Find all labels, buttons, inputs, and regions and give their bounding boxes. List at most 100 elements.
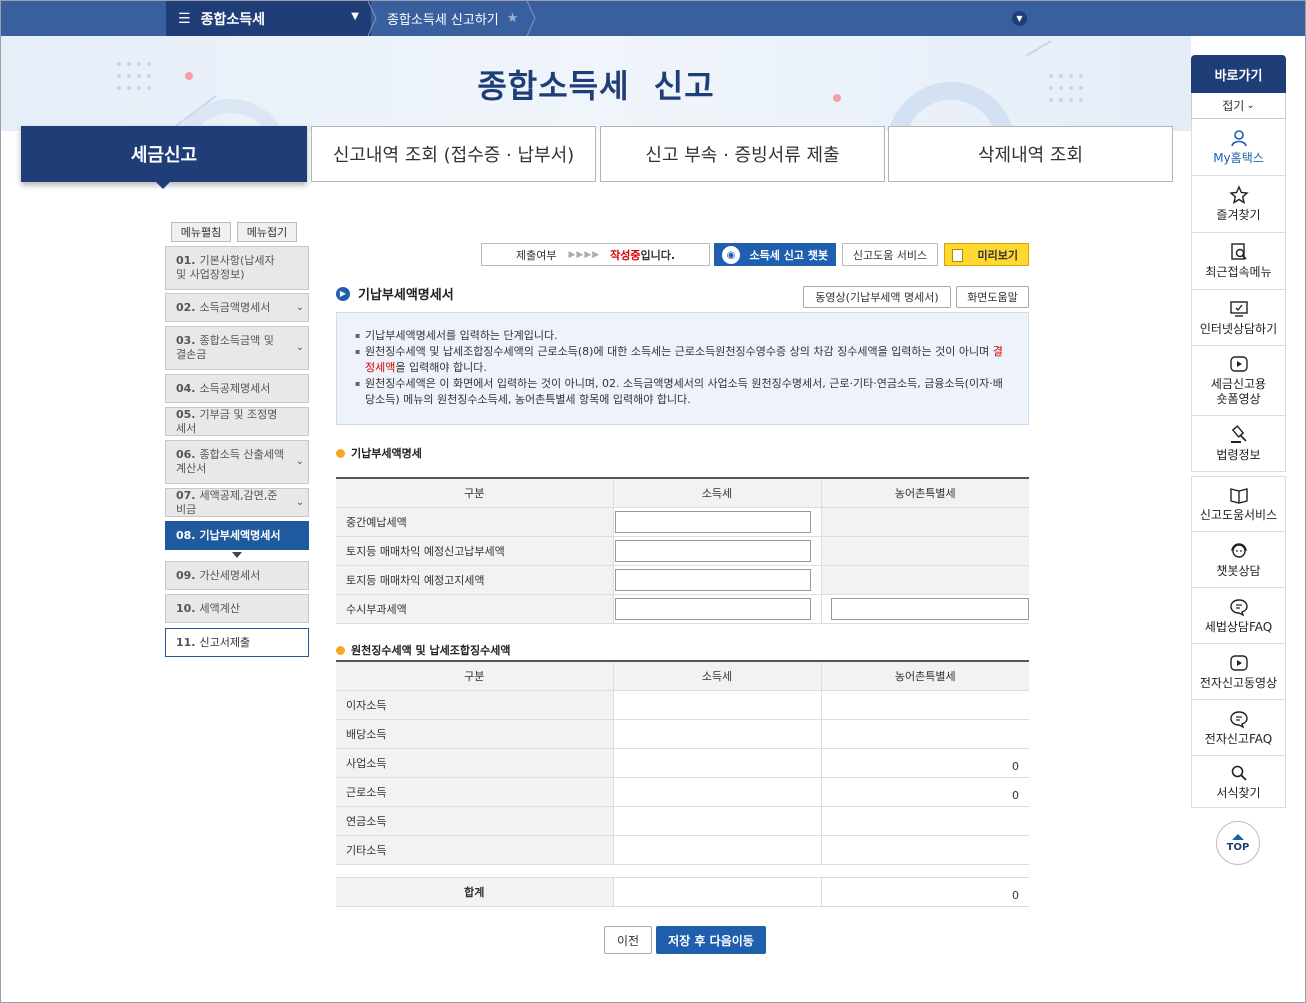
previous-button[interactable]: 이전 — [604, 926, 652, 954]
step-number: 05. — [176, 407, 196, 421]
arrow-up-icon — [1232, 833, 1244, 840]
quick-chatbot[interactable]: 챗봇상담 — [1191, 532, 1286, 588]
column-header: 농어촌특별세 — [821, 661, 1029, 691]
occasional-rural-tax-input[interactable] — [830, 597, 1029, 620]
preview-button[interactable]: 미리보기 — [944, 243, 1029, 266]
section-title: ▶ 기납부세액명세서 — [336, 284, 454, 303]
row-label: 토지등 매매차익 예정신고납부세액 — [336, 536, 614, 566]
quick-tax-law-faq[interactable]: 세법상담FAQ — [1191, 588, 1286, 644]
menu-expand-button[interactable]: 메뉴펼침 — [171, 222, 231, 242]
step-menu-item-09[interactable]: 09. 가산세명세서 — [165, 561, 309, 590]
table-row: 사업소득 0 — [336, 748, 1029, 778]
tab-attachment-submit[interactable]: 신고 부속 · 증빙서류 제출 — [600, 126, 885, 182]
play-icon — [1229, 654, 1248, 671]
step-label: 세액계산 — [199, 601, 240, 615]
quick-label: 인터넷상담하기 — [1199, 321, 1278, 336]
info-line: 원천징수세액 및 납세조합징수세액의 근로소득(8)에 대한 소득세는 근로소득… — [355, 344, 1010, 376]
table-row: 근로소득 0 — [336, 777, 1029, 807]
arrows-icon: ▶▶▶▶ — [568, 249, 601, 260]
quick-label: 서식찾기 — [1216, 785, 1261, 800]
save-next-button[interactable]: 저장 후 다음이동 — [656, 926, 766, 954]
table1-title-text: 기납부세액명세 — [351, 447, 422, 460]
quick-efiling-faq[interactable]: 전자신고FAQ — [1191, 700, 1286, 756]
land-gain-prepaid-tax-input[interactable] — [614, 539, 811, 562]
interim-prepayment-tax-input[interactable] — [614, 510, 811, 533]
expand-down-icon[interactable]: ▼ — [1012, 11, 1027, 26]
step-menu-item-08[interactable]: 08. 기납부세액명세서 — [165, 521, 309, 550]
step-menu-item-06[interactable]: 06. 종합소득 산출세액계산서 ⌄ — [165, 440, 309, 484]
quick-form-search[interactable]: 서식찾기 — [1191, 756, 1286, 808]
quick-online-consult[interactable]: 인터넷상담하기 — [1191, 290, 1286, 346]
main-menu-label: 종합소득세 — [200, 11, 265, 28]
step-menu-item-04[interactable]: 04. 소득공제명세서 — [165, 374, 309, 403]
table-row: 이자소득 — [336, 690, 1029, 720]
row-label: 중간예납세액 — [336, 507, 614, 537]
table-row: 배당소득 — [336, 719, 1029, 749]
land-gain-notice-tax-input[interactable] — [614, 568, 811, 591]
chatbot-icon: ◉ — [722, 246, 740, 264]
filing-help-button[interactable]: 신고도움 서비스 — [842, 243, 938, 266]
rural-tax-cell — [821, 806, 1029, 836]
row-label: 사업소득 — [336, 748, 614, 778]
screen-help-button[interactable]: 화면도움말 — [956, 286, 1029, 308]
step-menu-item-01[interactable]: 01. 기본사항(납세자 및 사업장정보) — [165, 246, 309, 290]
step-number: 04. — [176, 381, 196, 395]
breadcrumb-separator — [526, 1, 536, 36]
quick-label: 세법상담FAQ — [1204, 619, 1273, 634]
menu-collapse-button[interactable]: 메뉴접기 — [237, 222, 297, 242]
rural-tax-cell: 0 — [821, 748, 1029, 778]
breadcrumb[interactable]: 종합소득세 신고하기 ★ — [371, 1, 518, 36]
quick-law-info[interactable]: 법령정보 — [1191, 416, 1286, 472]
chatbot-label: 소득세 신고 챗봇 — [749, 248, 829, 262]
headset-icon — [1230, 542, 1247, 558]
quick-favorites[interactable]: 즐겨찾기 — [1191, 176, 1286, 233]
quickbar-title: 바로가기 — [1191, 55, 1286, 93]
table1-title: 기납부세액명세 — [336, 445, 422, 461]
row-label: 토지등 매매차익 예정고지세액 — [336, 565, 614, 595]
table-row: 토지등 매매차익 예정고지세액 — [336, 565, 1029, 595]
income-tax-cell — [613, 777, 822, 807]
row-label: 배당소득 — [336, 719, 614, 749]
quick-label: 전자신고동영상 — [1199, 675, 1278, 690]
tab-tax-filing[interactable]: 세금신고 — [21, 126, 307, 182]
chevron-down-icon[interactable]: ⌄ — [296, 496, 304, 510]
step-menu-item-07[interactable]: 07. 세액공제,감면,준비금 ⌄ — [165, 488, 309, 517]
tab-label: 신고 부속 · 증빙서류 제출 — [645, 145, 840, 166]
quickbar-fold-button[interactable]: 접기 ⌄ — [1191, 93, 1286, 119]
search-icon — [1231, 765, 1247, 781]
quick-efiling-video[interactable]: 전자신고동영상 — [1191, 644, 1286, 700]
empty-cell — [821, 565, 1029, 595]
step-number: 09. — [176, 568, 196, 582]
chevron-down-icon[interactable]: ⌄ — [296, 341, 304, 355]
step-menu-item-11[interactable]: 11. 신고서제출 — [165, 628, 309, 657]
favorite-star-icon[interactable]: ★ — [507, 11, 519, 26]
quick-recent-menu[interactable]: 최근접속메뉴 — [1191, 233, 1286, 290]
quick-shortform-video[interactable]: 세금신고용 숏폼영상 — [1191, 346, 1286, 416]
tab-deleted-history[interactable]: 삭제내역 조회 — [888, 126, 1173, 182]
column-header: 농어촌특별세 — [821, 478, 1029, 508]
step-menu-item-05[interactable]: 05. 기부금 및 조정명세서 — [165, 407, 309, 436]
info-line: 원천징수세액은 이 화면에서 입력하는 것이 아니며, 02. 소득금액명세서의… — [355, 376, 1010, 408]
video-guide-button[interactable]: 동영상(기납부세액 명세서) — [803, 286, 951, 308]
scroll-top-button[interactable]: TOP — [1216, 821, 1260, 865]
step-menu-item-03[interactable]: 03. 종합소득금액 및 결손금 ⌄ — [165, 326, 309, 370]
row-label: 연금소득 — [336, 806, 614, 836]
step-number: 08. — [176, 528, 196, 542]
quick-filing-help[interactable]: 신고도움서비스 — [1191, 476, 1286, 532]
main-menu-dropdown[interactable]: ☰ 종합소득세 ▼ — [166, 1, 371, 36]
info-box: 기납부세액명세서를 입력하는 단계입니다. 원천징수세액 및 납세조합징수세액의… — [336, 312, 1029, 425]
table-row: 기타소득 — [336, 835, 1029, 865]
chevron-down-icon[interactable]: ⌄ — [296, 455, 304, 469]
row-label: 근로소득 — [336, 777, 614, 807]
chatbot-button[interactable]: ◉ 소득세 신고 챗봇 — [714, 243, 836, 266]
quick-my-hometax[interactable]: My홈택스 — [1191, 119, 1286, 176]
step-menu-item-02[interactable]: 02. 소득금액명세서 ⌄ — [165, 293, 309, 322]
person-icon — [1230, 130, 1247, 147]
occasional-tax-input[interactable] — [614, 597, 811, 620]
chevron-down-icon[interactable]: ⌄ — [296, 301, 304, 315]
monitor-chat-icon — [1229, 300, 1248, 317]
top-label: TOP — [1226, 841, 1250, 853]
step-number: 02. — [176, 300, 196, 314]
step-menu-item-10[interactable]: 10. 세액계산 — [165, 594, 309, 623]
tab-filing-history[interactable]: 신고내역 조회 (접수증 · 납부서) — [311, 126, 596, 182]
